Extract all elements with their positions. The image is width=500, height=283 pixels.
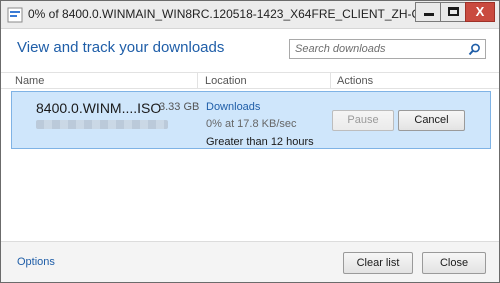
downloads-window: 0% of 8400.0.WINMAIN_WIN8RC.120518-1423_… [0, 0, 500, 283]
minimize-icon [424, 13, 434, 16]
column-actions: Actions [337, 75, 374, 87]
close-icon: X [475, 4, 485, 19]
close-window-button[interactable]: X [465, 2, 495, 22]
column-divider [197, 73, 198, 88]
app-icon [7, 7, 23, 23]
minimize-button[interactable] [415, 2, 441, 22]
window-controls: X [415, 2, 495, 22]
close-button[interactable]: Close [422, 252, 486, 274]
column-header: Name Location Actions [1, 72, 499, 89]
download-time-remaining: Greater than 12 hours [206, 136, 314, 148]
download-location-link[interactable]: Downloads [206, 101, 260, 113]
search-input[interactable]: Search downloads [289, 39, 486, 59]
download-source-url-blurred [36, 120, 168, 129]
page-title: View and track your downloads [17, 39, 225, 56]
download-size: 3.33 GB [159, 101, 200, 113]
maximize-button[interactable] [440, 2, 466, 22]
options-link[interactable]: Options [17, 256, 55, 268]
column-name[interactable]: Name [15, 75, 44, 87]
cancel-button[interactable]: Cancel [398, 110, 465, 131]
maximize-icon [448, 7, 459, 16]
column-divider [330, 73, 331, 88]
search-icon[interactable] [468, 43, 481, 56]
download-row[interactable]: 8400.0.WINM....ISO 3.33 GB Downloads 0% … [11, 91, 491, 149]
title-bar[interactable]: 0% of 8400.0.WINMAIN_WIN8RC.120518-1423_… [1, 1, 499, 29]
footer-bar: Options Clear list Close [1, 241, 499, 282]
column-location[interactable]: Location [205, 75, 247, 87]
download-filename[interactable]: 8400.0.WINM....ISO [36, 100, 161, 116]
download-progress-status: 0% at 17.8 KB/sec [206, 118, 297, 130]
pause-button[interactable]: Pause [332, 110, 394, 131]
clear-list-button[interactable]: Clear list [343, 252, 413, 274]
window-title: 0% of 8400.0.WINMAIN_WIN8RC.120518-1423_… [28, 7, 420, 21]
search-placeholder: Search downloads [295, 43, 386, 55]
